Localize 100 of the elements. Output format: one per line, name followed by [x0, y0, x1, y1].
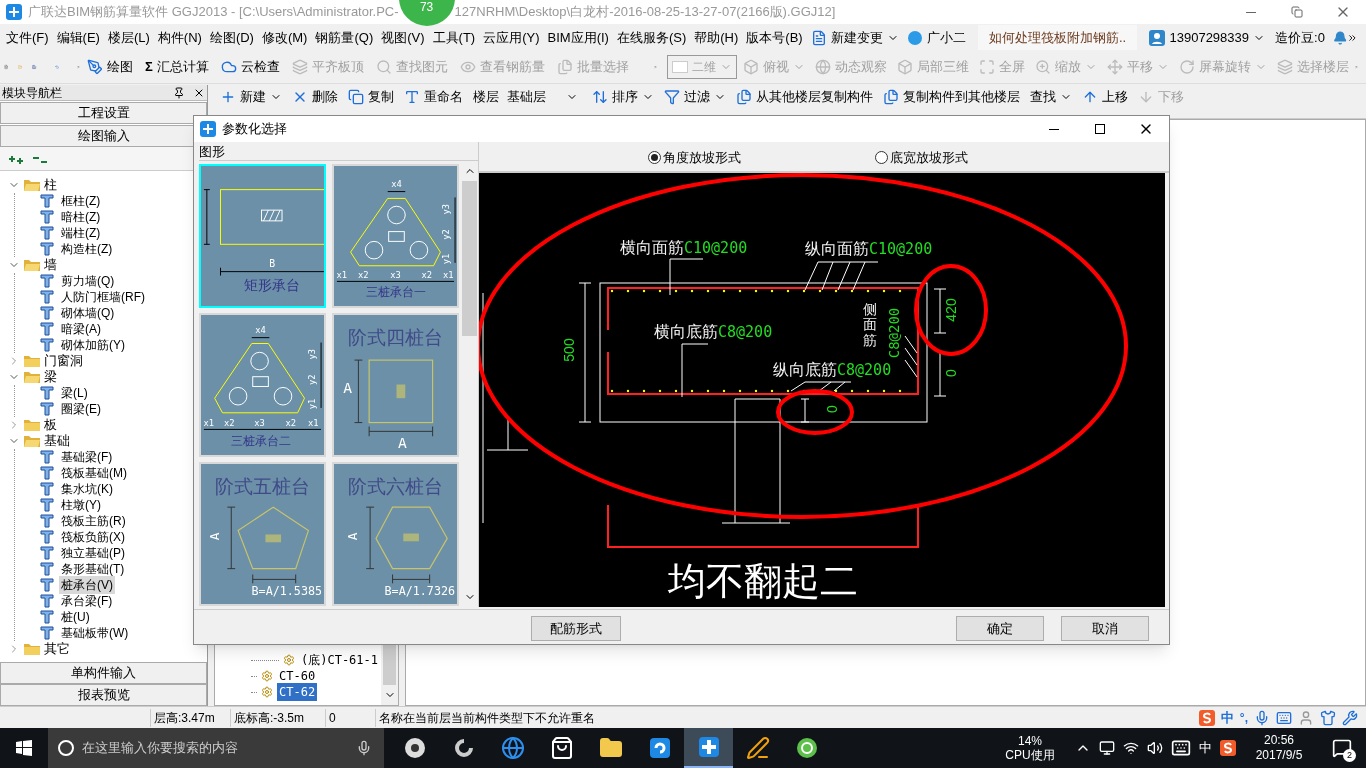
radio-option[interactable]: 底宽放坡形式: [875, 147, 968, 167]
tree-item[interactable]: 独立基础(P): [59, 544, 127, 562]
wrench-icon[interactable]: [1342, 709, 1358, 726]
tree-item[interactable]: 人防门框墙(RF): [59, 288, 147, 306]
tree-item[interactable]: 其它: [44, 639, 70, 659]
ime-mode[interactable]: 中: [1220, 707, 1234, 728]
tree-item[interactable]: 框柱(Z): [59, 192, 103, 210]
dimension-label: y2: [440, 229, 451, 240]
tree-item[interactable]: 梁(L): [59, 384, 90, 402]
menu-item[interactable]: 帮助(H): [690, 25, 743, 50]
volume-icon[interactable]: [1147, 740, 1163, 756]
toolbar-button[interactable]: 从其他楼层复制构件: [732, 87, 877, 107]
tree-item[interactable]: 筏板基础(M): [59, 464, 129, 482]
tree-item[interactable]: 桩承台(V): [59, 576, 115, 594]
ime-punctuation[interactable]: °,: [1239, 708, 1248, 727]
menu-item[interactable]: 修改(M): [257, 25, 312, 50]
menu-item[interactable]: 版本号(B): [742, 25, 807, 50]
toolbar-button[interactable]: 新建: [216, 87, 286, 107]
cancel-button[interactable]: 取消: [1061, 616, 1149, 641]
toolbar-button[interactable]: 云检查: [215, 55, 285, 79]
menu-item[interactable]: 在线服务(S): [612, 25, 691, 50]
shape-title: 矩形承台: [244, 278, 301, 294]
toolbar-button[interactable]: 过滤: [660, 87, 730, 107]
module-button[interactable]: 单构件输入: [0, 662, 207, 684]
input-language[interactable]: 中: [1199, 738, 1212, 758]
monitor-icon[interactable]: [1099, 740, 1115, 756]
tree-item[interactable]: 集水坑(K): [59, 480, 115, 498]
menu-item[interactable]: 楼层(L): [103, 25, 154, 50]
mic-icon[interactable]: [356, 740, 372, 756]
menu-item[interactable]: BIM应用(I): [543, 25, 613, 50]
wifi-icon[interactable]: [1123, 740, 1139, 756]
app-icon[interactable]: [647, 736, 672, 760]
tree-item[interactable]: 筏板主筋(R): [59, 512, 128, 530]
toolbar-button[interactable]: 排序: [588, 87, 658, 107]
menu-item[interactable]: 工具(T): [428, 25, 480, 50]
keyboard-icon[interactable]: [1171, 738, 1191, 758]
tree-item[interactable]: 承台梁(F): [59, 592, 115, 610]
rebar-form-button[interactable]: 配筋形式: [531, 616, 621, 641]
search-field[interactable]: 在这里输入你要搜索的内容: [48, 728, 384, 768]
toolbar-button[interactable]: 复制构件到其他楼层: [879, 87, 1024, 107]
tree-item[interactable]: 砌体加筋(Y): [59, 336, 127, 354]
tree-item[interactable]: 构造柱(Z): [59, 240, 115, 258]
menu-item[interactable]: 文件(F): [2, 25, 53, 50]
folder-icon[interactable]: [598, 736, 623, 760]
account-button[interactable]: 13907298339: [1149, 25, 1265, 50]
notepad-icon[interactable]: [745, 736, 770, 760]
radio-option[interactable]: 角度放坡形式: [648, 147, 741, 167]
toolbar-button[interactable]: 绘图: [81, 55, 138, 79]
browser-icon[interactable]: [500, 736, 525, 760]
mic-icon[interactable]: [1254, 709, 1270, 726]
toolbar-button[interactable]: Σ 汇总计算: [139, 55, 214, 79]
ime-logo-icon[interactable]: [1220, 740, 1236, 756]
new-change-button[interactable]: 新建变更: [806, 25, 903, 50]
tree-item[interactable]: 砌体墙(Q): [59, 304, 117, 322]
toolbar-button[interactable]: 上移: [1078, 87, 1132, 107]
tree-item[interactable]: 暗柱(Z): [59, 208, 103, 226]
menu-item[interactable]: 构件(N): [153, 25, 206, 50]
ok-button[interactable]: 确定: [956, 616, 1044, 641]
list-item[interactable]: (底)CT-61-1: [251, 652, 381, 668]
list-item[interactable]: CT-60: [251, 668, 318, 684]
tree-item[interactable]: 墙: [44, 255, 57, 275]
scrollbar-thumb[interactable]: [383, 645, 396, 685]
assistant-button[interactable]: 广小二: [902, 25, 970, 50]
module-button[interactable]: 工程设置: [0, 102, 207, 124]
fan-icon[interactable]: [402, 736, 427, 760]
component-icon: [39, 625, 55, 641]
toolbar-button[interactable]: 重命名: [400, 87, 467, 107]
leader-line: [681, 343, 709, 398]
menu-item[interactable]: 编辑(E): [52, 25, 104, 50]
toolbar-button[interactable]: 复制: [344, 87, 398, 107]
shirt-icon[interactable]: [1320, 709, 1336, 726]
tree-item[interactable]: 暗梁(A): [59, 320, 103, 338]
tree-item[interactable]: 圈梁(E): [59, 400, 103, 418]
minimize-icon: [1049, 128, 1059, 130]
toolbar-button[interactable]: 查找: [1026, 87, 1076, 107]
app-icon[interactable]: [696, 735, 721, 759]
toolbar-button[interactable]: 删除: [288, 87, 342, 107]
menu-item[interactable]: 绘图(D): [205, 25, 258, 50]
tree-item[interactable]: 条形基础(T): [59, 560, 127, 578]
floor-select[interactable]: 基础层: [503, 87, 582, 107]
tree-item[interactable]: 柱墩(Y): [59, 496, 103, 514]
tree-item[interactable]: 桩(U): [59, 608, 92, 626]
scrollbar-thumb[interactable]: [462, 181, 478, 336]
tree-item[interactable]: 基础板带(W): [59, 624, 131, 642]
user-icon[interactable]: [1298, 709, 1314, 726]
menu-item[interactable]: 云应用(Y): [479, 25, 544, 50]
clock[interactable]: 20:56 2017/9/5: [1244, 733, 1314, 763]
question-link[interactable]: 如何处理筏板附加钢筋..: [977, 25, 1138, 50]
module-button[interactable]: 报表预览: [0, 684, 207, 706]
menu-item[interactable]: 钢筋量(Q): [311, 25, 378, 50]
menu-item[interactable]: 视图(V): [377, 25, 429, 50]
tree-item[interactable]: 筏板负筋(X): [59, 528, 127, 546]
tree-item[interactable]: 剪力墙(Q): [59, 272, 117, 290]
store-icon[interactable]: [549, 736, 574, 760]
dimension-label: x1: [442, 270, 454, 281]
tree-item[interactable]: 端柱(Z): [59, 224, 103, 242]
tree-item[interactable]: 柱: [44, 175, 57, 195]
app-icon[interactable]: [794, 736, 819, 760]
tree-item[interactable]: 基础梁(F): [59, 448, 115, 466]
pin-icon[interactable]: [173, 86, 185, 99]
